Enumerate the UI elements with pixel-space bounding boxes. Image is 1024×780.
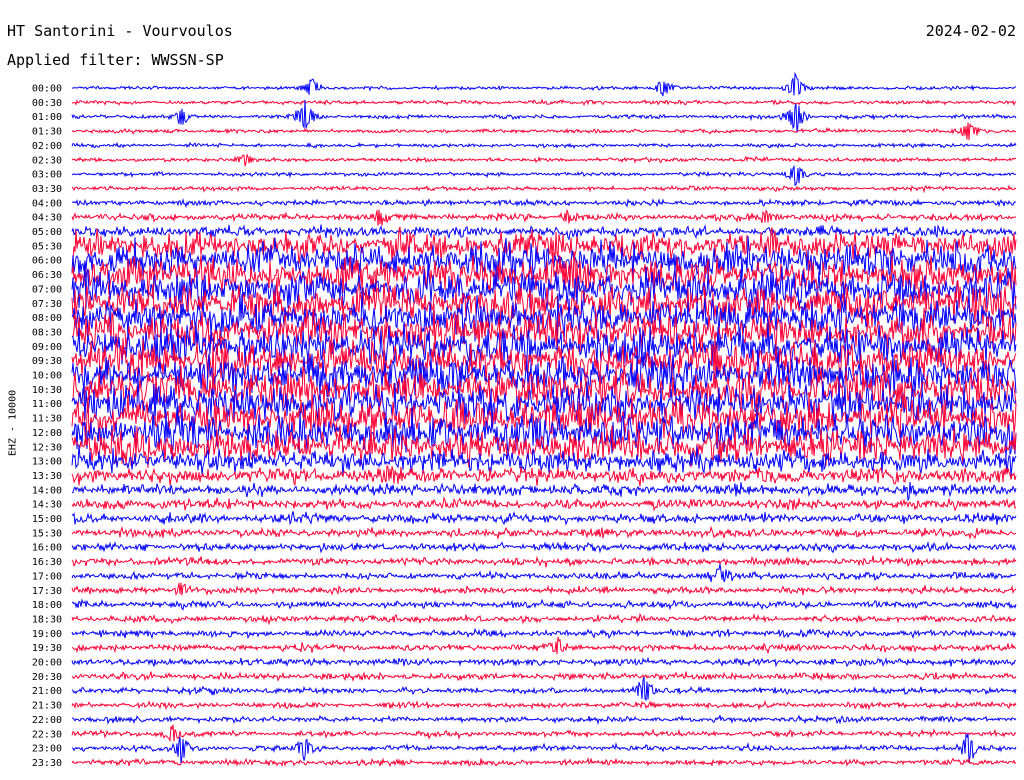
seismic-trace-1830 bbox=[71, 612, 1017, 626]
time-tick-label: 17:30 bbox=[32, 586, 62, 597]
time-tick-label: 10:00 bbox=[32, 371, 62, 382]
time-tick-label: 01:30 bbox=[32, 127, 62, 138]
seismic-trace-2030 bbox=[71, 671, 1017, 683]
time-tick-label: 05:00 bbox=[32, 227, 62, 238]
seismic-trace-0400 bbox=[71, 197, 1017, 209]
time-tick-label: 19:00 bbox=[32, 629, 62, 640]
seismic-trace-1730 bbox=[71, 582, 1017, 596]
time-tick-label: 14:00 bbox=[32, 485, 62, 496]
time-tick-label: 11:00 bbox=[32, 399, 62, 410]
time-tick-label: 09:00 bbox=[32, 342, 62, 353]
time-tick-label: 04:30 bbox=[32, 213, 62, 224]
time-tick-label: 03:30 bbox=[32, 184, 62, 195]
time-tick-label: 00:30 bbox=[32, 98, 62, 109]
seismic-trace-2200 bbox=[71, 714, 1017, 726]
time-tick-group: 00:00 00:30 01:00 01:30 02:00 02:30 03:00 03:30… bbox=[32, 84, 62, 769]
seismic-trace-0500 bbox=[71, 224, 1017, 241]
time-tick-label: 21:30 bbox=[32, 701, 62, 712]
seismic-trace-2230 bbox=[71, 724, 1017, 743]
seismogram-plot: 00:00 00:30 01:00 01:30 02:00 02:30 03:00 03:30… bbox=[32, 71, 1017, 769]
seismic-trace-2130 bbox=[71, 699, 1017, 711]
seismic-trace-0430 bbox=[71, 209, 1016, 226]
seismic-trace-1600 bbox=[71, 540, 1017, 554]
time-tick-label: 03:00 bbox=[32, 170, 62, 181]
time-tick-label: 19:30 bbox=[32, 643, 62, 654]
seismic-trace-0030 bbox=[71, 98, 1017, 107]
seismic-trace-0000 bbox=[71, 71, 1017, 97]
time-tick-label: 11:30 bbox=[32, 414, 62, 425]
seismic-trace-0330 bbox=[71, 184, 1017, 194]
helicorder-page: HT Santorini - Vourvoulos 2024-02-02 App… bbox=[0, 0, 1024, 780]
time-tick-label: 22:30 bbox=[32, 729, 62, 740]
time-tick-label: 09:30 bbox=[32, 356, 62, 367]
seismic-trace-1900 bbox=[71, 627, 1017, 640]
time-tick-label: 00:00 bbox=[32, 84, 62, 95]
time-tick-label: 07:00 bbox=[32, 284, 62, 295]
seismic-trace-1530 bbox=[71, 525, 1017, 540]
time-tick-label: 18:00 bbox=[32, 600, 62, 611]
seismic-trace-1930 bbox=[71, 636, 1017, 655]
time-tick-label: 04:00 bbox=[32, 198, 62, 209]
seismic-trace-0230 bbox=[71, 154, 1017, 167]
seismic-trace-2100 bbox=[71, 676, 1017, 702]
time-tick-label: 15:30 bbox=[32, 528, 62, 539]
time-tick-label: 23:00 bbox=[32, 744, 62, 755]
seismic-trace-0130 bbox=[71, 122, 1017, 141]
seismic-trace-1500 bbox=[71, 511, 1017, 526]
time-tick-label: 05:30 bbox=[32, 241, 62, 252]
time-tick-label: 20:30 bbox=[32, 672, 62, 683]
trace-group bbox=[71, 71, 1017, 768]
seismic-trace-1800 bbox=[71, 598, 1017, 611]
time-tick-label: 15:00 bbox=[32, 514, 62, 525]
time-tick-label: 23:30 bbox=[32, 758, 62, 769]
time-tick-label: 13:30 bbox=[32, 471, 62, 482]
time-tick-label: 02:00 bbox=[32, 141, 62, 152]
seismic-trace-1430 bbox=[71, 496, 1017, 512]
time-tick-label: 16:00 bbox=[32, 543, 62, 554]
seismic-trace-1330 bbox=[71, 464, 1017, 487]
time-tick-label: 17:00 bbox=[32, 571, 62, 582]
seismic-trace-0300 bbox=[71, 164, 1017, 187]
time-tick-label: 08:00 bbox=[32, 313, 62, 324]
seismic-trace-1630 bbox=[71, 555, 1017, 568]
time-tick-label: 12:00 bbox=[32, 428, 62, 439]
seismic-trace-1400 bbox=[71, 481, 1017, 502]
seismic-trace-1700 bbox=[71, 563, 1017, 583]
seismic-trace-2300 bbox=[71, 733, 1017, 764]
time-tick-label: 21:00 bbox=[32, 686, 62, 697]
time-tick-label: 02:30 bbox=[32, 155, 62, 166]
time-tick-label: 18:30 bbox=[32, 614, 62, 625]
time-tick-label: 10:30 bbox=[32, 385, 62, 396]
time-tick-label: 07:30 bbox=[32, 299, 62, 310]
time-tick-label: 14:30 bbox=[32, 500, 62, 511]
time-tick-label: 12:30 bbox=[32, 442, 62, 453]
seismic-trace-0200 bbox=[71, 141, 1017, 150]
time-tick-label: 06:00 bbox=[32, 256, 62, 267]
time-tick-label: 08:30 bbox=[32, 327, 62, 338]
seismic-trace-2330 bbox=[71, 756, 1017, 768]
seismic-trace-0100 bbox=[71, 99, 1017, 133]
seismic-trace-2000 bbox=[71, 656, 1017, 668]
time-tick-label: 06:30 bbox=[32, 270, 62, 281]
time-tick-label: 22:00 bbox=[32, 715, 62, 726]
time-tick-label: 01:00 bbox=[32, 112, 62, 123]
time-tick-label: 13:00 bbox=[32, 457, 62, 468]
time-tick-label: 20:00 bbox=[32, 658, 62, 669]
time-tick-label: 16:30 bbox=[32, 557, 62, 568]
